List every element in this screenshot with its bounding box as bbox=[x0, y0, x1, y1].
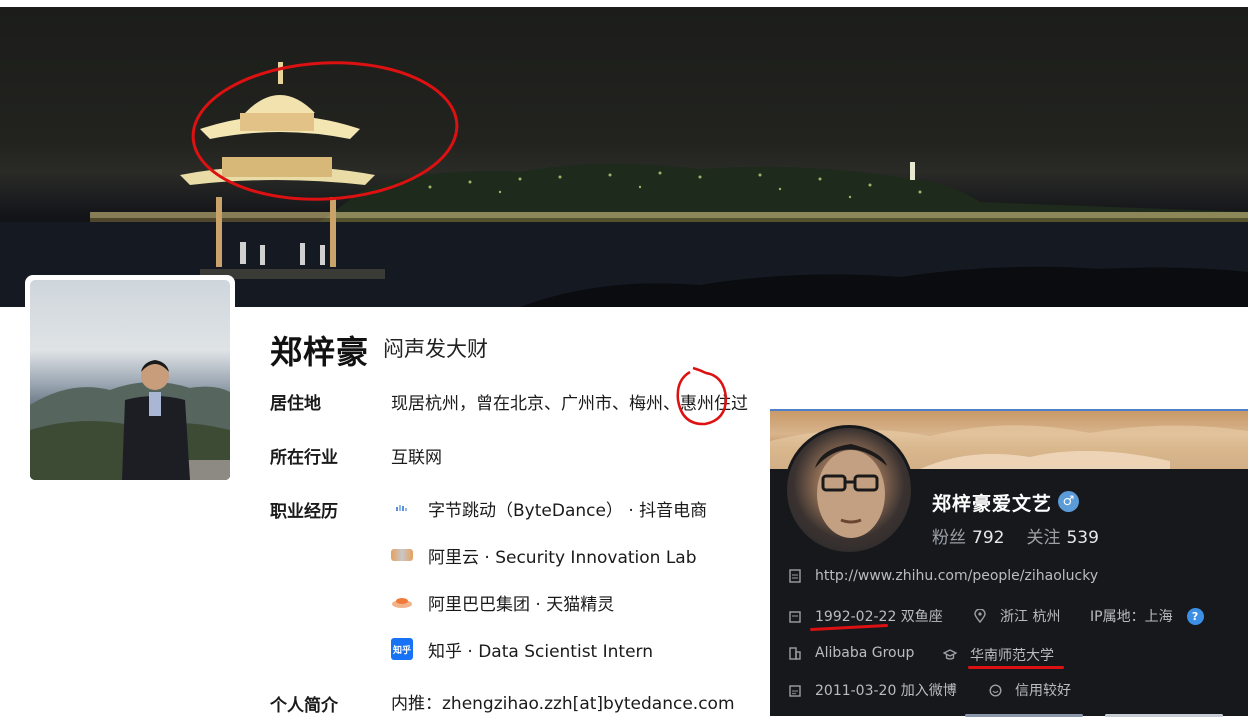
industry-label: 所在行业 bbox=[270, 448, 338, 468]
help-icon[interactable]: ? bbox=[1186, 607, 1204, 625]
hover-card-birthday-row: 1992-02-22 双鱼座 bbox=[788, 606, 943, 626]
hover-card-credit: 信用较好 bbox=[1015, 683, 1071, 699]
hover-card-birthday: 1992-02-22 双鱼座 bbox=[815, 609, 943, 625]
red-underline-annotation bbox=[968, 666, 1064, 669]
follow-count[interactable]: 539 bbox=[1066, 528, 1098, 548]
profile-name: 郑梓豪 bbox=[270, 333, 370, 371]
residence-value: 现居杭州，曾在北京、广州市、梅州、惠州住过 bbox=[391, 394, 748, 414]
residence-label: 居住地 bbox=[270, 394, 321, 414]
fans-label: 粉丝 bbox=[932, 528, 966, 548]
job-item-bytedance[interactable]: 字节跳动（ByteDance） · 抖音电商 bbox=[391, 496, 708, 521]
career-label: 职业经历 bbox=[270, 502, 338, 522]
hover-card-joined: 2011-03-20 加入微博 bbox=[815, 683, 957, 699]
bytedance-logo-icon bbox=[391, 497, 413, 519]
avatar[interactable] bbox=[30, 280, 230, 480]
user-hover-card[interactable]: 郑梓豪爱文艺 ♂ 粉丝 792 关注 539 http://www.zhihu.com… bbox=[770, 409, 1248, 716]
hover-card-ip-location: IP属地：上海 bbox=[1090, 609, 1173, 625]
fans-count[interactable]: 792 bbox=[972, 528, 1004, 548]
job-text: 阿里云 · Security Innovation Lab bbox=[428, 547, 697, 568]
aliyun-logo-icon bbox=[391, 549, 413, 561]
hover-card-school-row: 华南师范大学 bbox=[943, 645, 1054, 665]
hover-card-name[interactable]: 郑梓豪爱文艺 bbox=[932, 489, 1052, 516]
hover-card-credit-row: 信用较好 bbox=[988, 680, 1071, 700]
bio-label: 个人简介 bbox=[270, 696, 338, 716]
zhihu-logo-icon: 知乎 bbox=[391, 638, 413, 660]
job-item-tmall-genie[interactable]: 阿里巴巴集团 · 天猫精灵 bbox=[391, 590, 615, 615]
hover-card-url-row: http://www.zhihu.com/people/zihaolucky bbox=[788, 568, 1098, 584]
job-text: 知乎 · Data Scientist Intern bbox=[428, 641, 653, 662]
hover-card-joined-row: 2011-03-20 加入微博 bbox=[788, 680, 957, 700]
location-pin-icon bbox=[973, 609, 987, 623]
hover-card-ip-row: IP属地：上海 ? bbox=[1090, 606, 1204, 626]
bio-value: 内推：zhengzihao.zzh[at]bytedance.com bbox=[391, 694, 735, 714]
graduation-cap-icon bbox=[943, 648, 957, 662]
calendar-grid-icon bbox=[788, 683, 802, 697]
cover-scenery bbox=[0, 62, 1248, 307]
document-icon bbox=[788, 569, 802, 583]
profile-avatar-card[interactable] bbox=[25, 275, 235, 485]
job-item-aliyun[interactable]: 阿里云 · Security Innovation Lab bbox=[391, 543, 697, 568]
credit-icon bbox=[988, 683, 1002, 697]
job-item-zhihu[interactable]: 知乎 知乎 · Data Scientist Intern bbox=[391, 637, 653, 662]
job-text: 字节跳动（ByteDance） · 抖音电商 bbox=[428, 500, 708, 521]
hover-card-company[interactable]: Alibaba Group bbox=[815, 645, 914, 661]
hover-card-stats: 粉丝 792 关注 539 bbox=[932, 523, 1121, 548]
hover-card-location: 浙江 杭州 bbox=[1000, 609, 1061, 625]
building-icon bbox=[788, 646, 802, 660]
follow-label: 关注 bbox=[1026, 528, 1061, 548]
hover-card-url[interactable]: http://www.zhihu.com/people/zihaolucky bbox=[815, 568, 1098, 584]
hover-card-company-row: Alibaba Group bbox=[788, 645, 914, 661]
calendar-icon bbox=[788, 609, 802, 623]
tmall-genie-logo-icon bbox=[391, 591, 413, 613]
hover-card-location-row: 浙江 杭州 bbox=[973, 606, 1060, 626]
hover-card-school[interactable]: 华南师范大学 bbox=[970, 645, 1054, 665]
hover-card-avatar[interactable] bbox=[784, 425, 914, 555]
profile-cover-image bbox=[0, 7, 1248, 307]
profile-headline: 闷声发大财 bbox=[383, 337, 488, 361]
industry-value[interactable]: 互联网 bbox=[391, 443, 442, 468]
male-gender-icon: ♂ bbox=[1058, 491, 1079, 512]
job-text: 阿里巴巴集团 · 天猫精灵 bbox=[428, 594, 615, 615]
